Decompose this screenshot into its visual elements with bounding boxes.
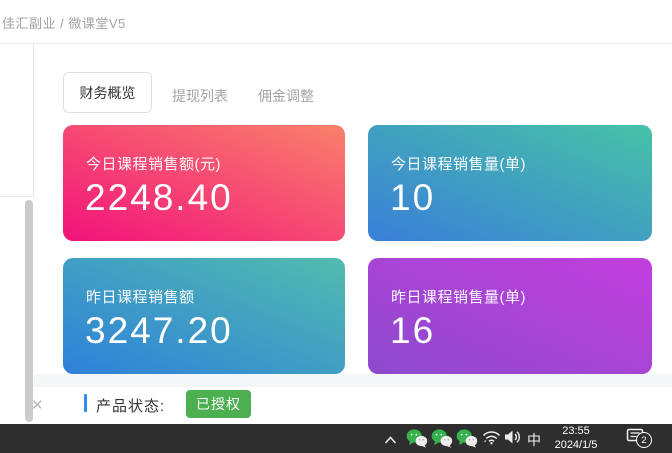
- breadcrumb[interactable]: 佳汇副业 / 微课堂V5: [2, 13, 126, 32]
- tab-finance-overview-label: 财务概览: [80, 83, 136, 103]
- tab-commission-adjust[interactable]: 佣金调整: [258, 86, 314, 106]
- stat-card-yesterday-sales-amount: 昨日课程销售额 3247.20: [63, 258, 345, 374]
- vertical-scrollbar-thumb[interactable]: [25, 200, 33, 422]
- stat-card-today-sales-count: 今日课程销售量(单) 10: [368, 125, 652, 241]
- status-accent-bar: [84, 394, 87, 412]
- stat-card-value: 2248.40: [85, 177, 233, 219]
- section-divider: [34, 374, 672, 387]
- stat-card-value: 3247.20: [85, 310, 233, 352]
- status-badge: 已授权: [186, 390, 251, 418]
- tab-finance-overview[interactable]: 财务概览: [63, 72, 152, 113]
- stat-card-label: 今日课程销售量(单): [391, 153, 526, 174]
- speaker-icon[interactable]: [504, 429, 523, 450]
- stat-card-value: 16: [390, 310, 435, 352]
- stat-card-label: 今日课程销售额(元): [86, 153, 221, 174]
- ime-indicator[interactable]: 中: [527, 430, 541, 450]
- taskbar-time: 23:55: [545, 425, 607, 439]
- tab-withdraw-list[interactable]: 提现列表: [172, 86, 228, 106]
- stat-card-label: 昨日课程销售量(单): [391, 286, 526, 307]
- left-panel-bottom-border: [0, 196, 34, 197]
- taskbar-date: 2024/1/5: [545, 439, 607, 453]
- chevron-up-icon[interactable]: [384, 432, 397, 450]
- stat-card-value: 10: [390, 177, 435, 219]
- product-status-label: 产品状态:: [96, 395, 165, 416]
- taskbar-clock[interactable]: 23:55 2024/1/5: [545, 425, 607, 452]
- stat-card-label: 昨日课程销售额: [86, 286, 195, 307]
- stat-card-today-sales-amount: 今日课程销售额(元) 2248.40: [63, 125, 345, 241]
- wechat-icon[interactable]: [406, 429, 428, 453]
- stat-card-yesterday-sales-count: 昨日课程销售量(单) 16: [368, 258, 652, 374]
- wechat-icon[interactable]: [431, 429, 453, 453]
- wifi-icon[interactable]: *: [482, 430, 501, 450]
- close-icon[interactable]: ✕: [31, 398, 44, 413]
- notification-badge[interactable]: 2: [636, 432, 652, 448]
- svg-text:*: *: [484, 441, 487, 446]
- left-panel-divider: [33, 44, 34, 197]
- wechat-icon[interactable]: [456, 429, 478, 453]
